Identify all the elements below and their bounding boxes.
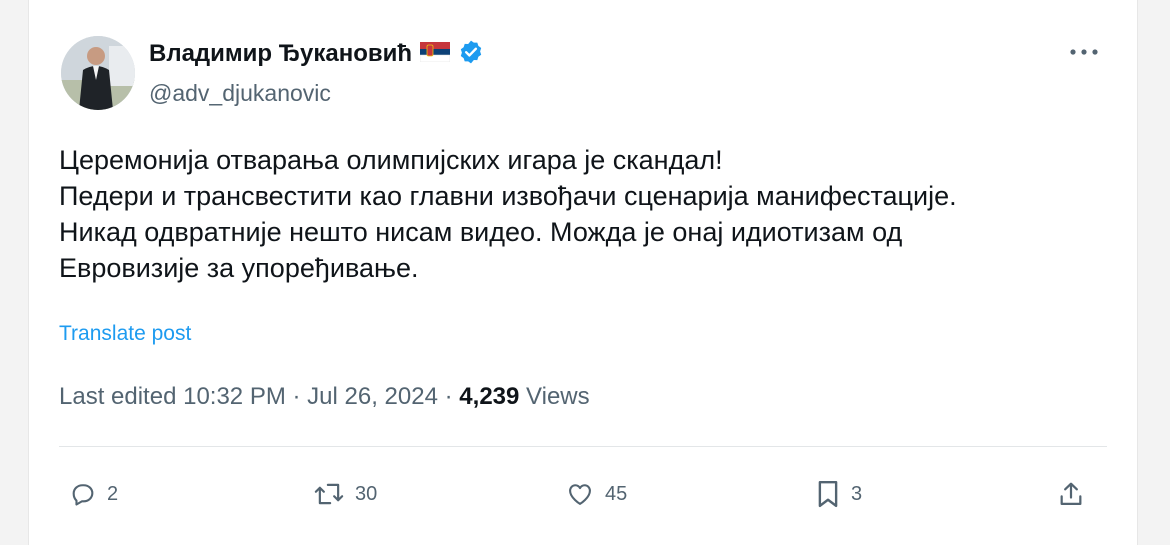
more-options-button[interactable] (1067, 40, 1101, 64)
edited-label[interactable]: Last edited (59, 383, 176, 410)
post-text-line: Никад одвратније нешто нисам видео. Можд… (59, 217, 903, 247)
share-button[interactable] (1057, 474, 1085, 514)
more-dots-icon (1070, 49, 1098, 55)
post-meta: Last edited 10:32 PM · Jul 26, 2024 · 4,… (59, 383, 590, 411)
views-label: Views (526, 383, 590, 410)
post-text: Церемонија отварања олимпијских игара је… (59, 142, 1119, 286)
post-text-line: Педери и трансвестити као главни извођач… (59, 181, 957, 211)
heart-icon (569, 484, 591, 505)
views-count: 4,239 (459, 383, 520, 410)
reply-button[interactable]: 2 (69, 474, 118, 514)
like-count: 45 (605, 482, 628, 505)
avatar[interactable] (61, 36, 135, 110)
reply-bubble-icon (72, 484, 94, 506)
meta-separator: · (444, 383, 453, 410)
bookmark-icon (818, 480, 838, 508)
reply-count: 2 (107, 482, 119, 505)
like-button[interactable]: 45 (565, 474, 627, 514)
post-text-line: Евровизије за упоређивање. (59, 253, 419, 283)
repost-icon (314, 483, 344, 505)
serbia-flag-icon (419, 41, 451, 67)
translate-post-link[interactable]: Translate post (59, 322, 191, 346)
post-date[interactable]: Jul 26, 2024 (307, 383, 438, 410)
bookmark-count: 3 (851, 482, 863, 505)
post-text-line: Церемонија отварања олимпијских игара је… (59, 145, 723, 175)
repost-count: 30 (355, 482, 378, 505)
post-card[interactable]: Владимир Ђукановић @adv_djukanovic Церем… (28, 0, 1138, 545)
divider (59, 446, 1107, 447)
verified-badge-icon (458, 39, 484, 70)
repost-button[interactable]: 30 (313, 474, 377, 514)
author-name-row: Владимир Ђукановић (149, 38, 484, 70)
share-icon (1060, 482, 1082, 506)
post-time[interactable]: 10:32 PM (183, 383, 286, 410)
meta-separator: · (292, 383, 301, 410)
author-handle[interactable]: @adv_djukanovic (149, 80, 331, 107)
avatar-photo (61, 36, 135, 110)
author-display-name[interactable]: Владимир Ђукановић (149, 40, 412, 68)
bookmark-button[interactable]: 3 (815, 474, 862, 514)
